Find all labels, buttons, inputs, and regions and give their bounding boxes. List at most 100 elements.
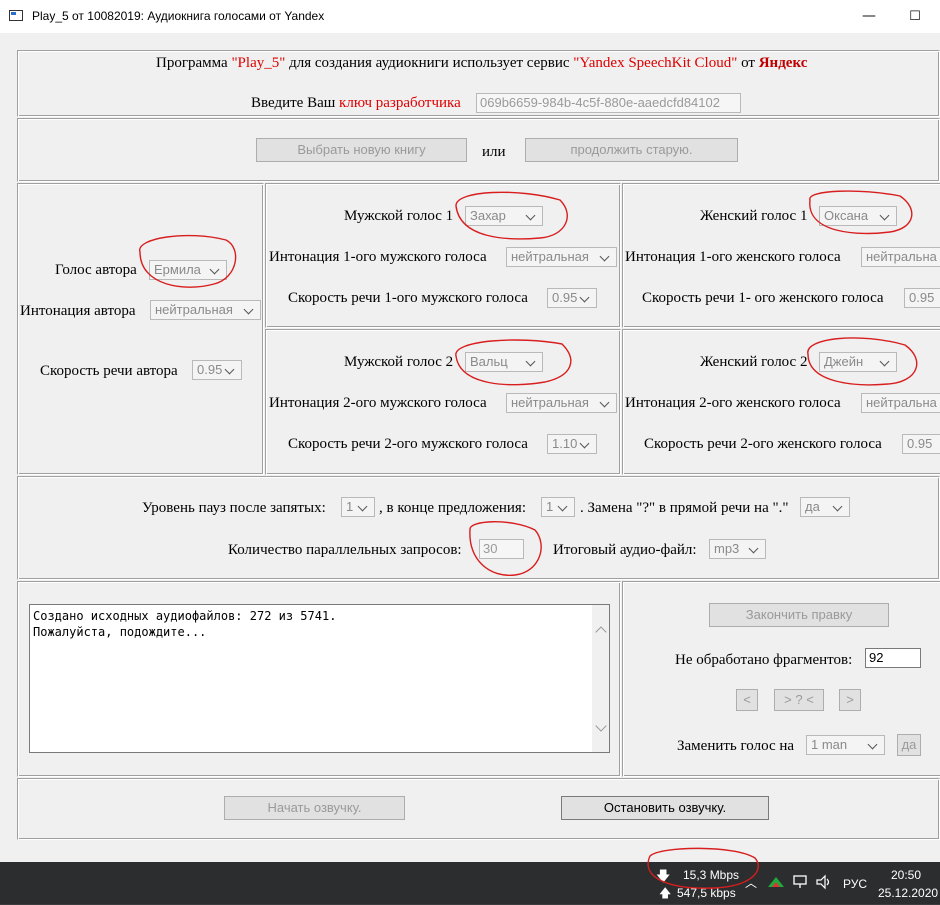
- female1-speed-value: 0.95: [909, 290, 935, 305]
- male2-voice-label: Мужской голос 2: [344, 354, 454, 370]
- prev-fragment-button[interactable]: <: [736, 689, 758, 711]
- app-window: Play_5 от 10082019: Аудиокнига голосами …: [0, 0, 940, 862]
- male2-speed-select[interactable]: 1.10: [547, 434, 597, 454]
- chevron-down-icon: [599, 394, 613, 412]
- app-tray-icon[interactable]: [766, 875, 786, 889]
- parallel-requests-input[interactable]: 30: [479, 539, 524, 559]
- chevron-down-icon: [832, 498, 846, 516]
- output-file-value: mp3: [714, 541, 740, 556]
- female2-speed-select[interactable]: 0.95: [902, 434, 940, 454]
- book-panel: [17, 118, 940, 182]
- chevron-up-icon[interactable]: ︿: [745, 874, 757, 891]
- male2-speed-value: 1.10: [552, 436, 578, 451]
- output-file-label: Итоговый аудио-файл:: [553, 542, 697, 558]
- continue-old-book-button[interactable]: продолжить старую.: [525, 138, 738, 162]
- log-textarea[interactable]: Создано исходных аудиофайлов: 272 из 574…: [29, 604, 610, 753]
- replace-question-label: . Замена "?" в прямой речи на ".": [580, 500, 789, 516]
- clock-time[interactable]: 20:50: [891, 868, 921, 882]
- male2-voice-select[interactable]: Вальц: [465, 352, 543, 372]
- scroll-down-icon[interactable]: [595, 720, 607, 732]
- male1-speed-select[interactable]: 0.95: [547, 288, 597, 308]
- male1-intonation-value: нейтральная: [511, 249, 589, 264]
- male2-intonation-select[interactable]: нейтральная: [506, 393, 617, 413]
- brand-name: Яндекс: [758, 55, 808, 71]
- author-speed-label: Скорость речи автора: [40, 363, 178, 379]
- log-scrollbar[interactable]: [592, 605, 609, 752]
- chevron-down-icon: [557, 498, 571, 516]
- upload-arrow-icon: 🡅: [659, 886, 672, 900]
- or-label: или: [482, 144, 506, 160]
- male1-speed-value: 0.95: [552, 290, 578, 305]
- female2-voice-select[interactable]: Джейн: [819, 352, 897, 372]
- taskbar: 🡇 15,3 Mbps 🡅 547,5 kbps ︿ РУС 20:50 25.…: [0, 862, 940, 904]
- chevron-down-icon: [879, 353, 893, 371]
- chevron-down-icon: [209, 261, 223, 279]
- developer-key-link[interactable]: ключ разработчика: [339, 95, 461, 111]
- replace-question-value: да: [805, 499, 820, 514]
- finish-edit-button[interactable]: Закончить правку: [709, 603, 889, 627]
- author-intonation-select[interactable]: нейтральная: [150, 300, 261, 320]
- output-file-select[interactable]: mp3: [709, 539, 766, 559]
- female1-voice-label: Женский голос 1: [700, 208, 808, 224]
- parallel-requests-label: Количество параллельных запросов:: [228, 542, 462, 558]
- female2-voice-label: Женский голос 2: [700, 354, 808, 370]
- female1-voice-select[interactable]: Оксана: [819, 206, 897, 226]
- unprocessed-label: Не обработано фрагментов:: [675, 652, 853, 668]
- start-voicing-button[interactable]: Начать озвучку.: [224, 796, 405, 820]
- male1-voice-label: Мужской голос 1: [344, 208, 454, 224]
- author-voice-label: Голос автора: [55, 262, 137, 278]
- chevron-down-icon: [748, 540, 762, 558]
- choose-new-book-button[interactable]: Выбрать новую книгу: [256, 138, 467, 162]
- minimize-button[interactable]: —: [846, 0, 892, 33]
- clock-date[interactable]: 25.12.2020: [878, 886, 938, 900]
- chevron-down-icon: [599, 248, 613, 266]
- comma-pause-select[interactable]: 1: [341, 497, 375, 517]
- language-indicator[interactable]: РУС: [843, 877, 867, 891]
- chevron-down-icon: [224, 361, 238, 379]
- log-line: Пожалуйста, подождите...: [33, 625, 207, 639]
- program-name: "Play_5": [231, 55, 286, 71]
- male1-voice-select[interactable]: Захар: [465, 206, 543, 226]
- actions-panel: [17, 778, 940, 840]
- male2-voice-value: Вальц: [470, 354, 508, 369]
- unprocessed-count-input[interactable]: 92: [865, 648, 921, 668]
- female2-intonation-label: Интонация 2-ого женского голоса: [625, 395, 841, 411]
- female2-speed-label: Скорость речи 2-ого женского голоса: [644, 436, 882, 452]
- developer-key-input[interactable]: 069b6659-984b-4c5f-880e-aaedcfd84102: [476, 93, 741, 113]
- female1-intonation-value: нейтральна: [866, 249, 937, 264]
- replace-voice-yes-button[interactable]: да: [897, 734, 921, 756]
- app-icon: [9, 10, 23, 21]
- author-intonation-value: нейтральная: [155, 302, 233, 317]
- replace-question-select[interactable]: да: [800, 497, 850, 517]
- key-label-text: Введите Ваш: [251, 95, 340, 111]
- intro-text: Программа "Play_5" для создания аудиокни…: [156, 55, 807, 72]
- sentence-pause-select[interactable]: 1: [541, 497, 575, 517]
- author-speed-select[interactable]: 0.95: [192, 360, 242, 380]
- female1-speed-label: Скорость речи 1- ого женского голоса: [642, 290, 884, 306]
- find-fragment-button[interactable]: > ? <: [774, 689, 824, 711]
- network-icon[interactable]: [792, 874, 810, 890]
- scroll-up-icon[interactable]: [595, 626, 607, 638]
- male2-intonation-label: Интонация 2-ого мужского голоса: [269, 395, 487, 411]
- female2-intonation-select[interactable]: нейтральна: [861, 393, 940, 413]
- male1-speed-label: Скорость речи 1-ого мужского голоса: [288, 290, 528, 306]
- volume-icon[interactable]: [815, 874, 833, 890]
- chevron-down-icon: [525, 353, 539, 371]
- stop-voicing-button[interactable]: Остановить озвучку.: [561, 796, 769, 820]
- replace-voice-select[interactable]: 1 man: [806, 735, 885, 755]
- chevron-down-icon: [243, 301, 257, 319]
- maximize-button[interactable]: ☐: [892, 0, 938, 33]
- pauses-panel: [17, 476, 940, 580]
- author-voice-select[interactable]: Ермила: [149, 260, 227, 280]
- service-name: "Yandex SpeechKit Cloud": [573, 55, 738, 71]
- male2-speed-label: Скорость речи 2-ого мужского голоса: [288, 436, 528, 452]
- female1-speed-select[interactable]: 0.95: [904, 288, 940, 308]
- log-line: Создано исходных аудиофайлов: 272 из 574…: [33, 609, 337, 623]
- male1-intonation-select[interactable]: нейтральная: [506, 247, 617, 267]
- author-intonation-label: Интонация автора: [20, 303, 136, 319]
- chevron-down-icon: [579, 289, 593, 307]
- female1-intonation-select[interactable]: нейтральна: [861, 247, 940, 267]
- male1-voice-value: Захар: [470, 208, 506, 223]
- next-fragment-button[interactable]: >: [839, 689, 861, 711]
- replace-voice-label: Заменить голос на: [677, 738, 795, 754]
